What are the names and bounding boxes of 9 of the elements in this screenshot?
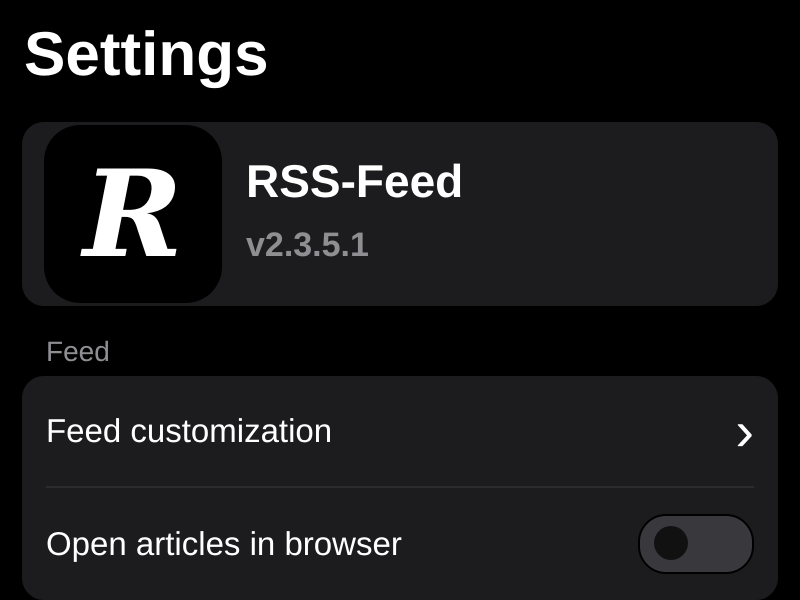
setting-label: Open articles in browser bbox=[46, 525, 402, 563]
chevron-icon: › bbox=[735, 403, 754, 459]
section-header: Feed bbox=[46, 336, 110, 368]
toggle-switch[interactable] bbox=[638, 514, 754, 574]
settings-row[interactable]: Feed customization › bbox=[46, 376, 754, 486]
app-name: RSS-Feed bbox=[246, 154, 464, 208]
page-title: Settings bbox=[24, 19, 270, 91]
app-logo-icon: R bbox=[44, 125, 222, 303]
app-version: v2.3.5.1 bbox=[246, 226, 370, 265]
